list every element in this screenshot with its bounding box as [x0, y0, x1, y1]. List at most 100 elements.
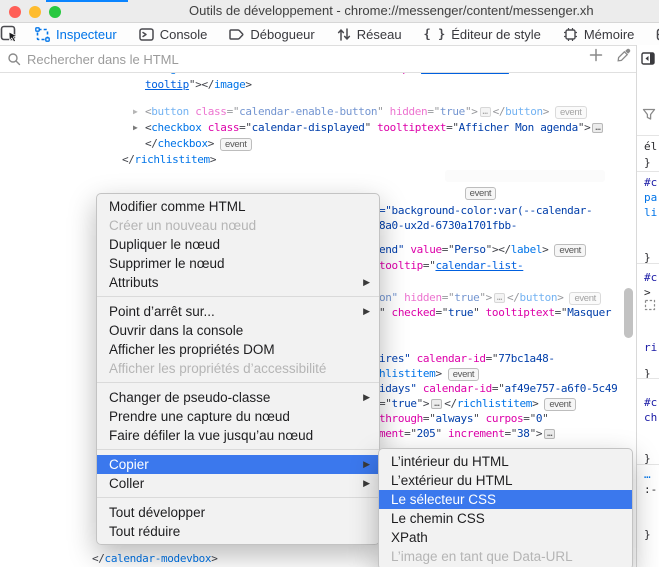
tab-style-editor[interactable]: { }Éditeur de style: [413, 23, 552, 45]
expand-arrow-icon[interactable]: ▼: [130, 169, 142, 184]
markup-line[interactable]: ires" calendar-id="77bc1a48-: [379, 351, 555, 366]
markup-scrollbar[interactable]: [624, 288, 633, 338]
code-segment: 6: [437, 170, 443, 183]
html-search-bar[interactable]: Rechercher dans le HTML: [0, 46, 636, 72]
ellipsis-badge[interactable]: …: [592, 123, 603, 133]
tab-inspector[interactable]: Inspecteur: [24, 23, 128, 45]
code-segment: curpos: [486, 412, 524, 425]
event-badge[interactable]: event: [220, 138, 252, 151]
submenu-item-copy-outer-html[interactable]: L’extérieur du HTML: [379, 471, 632, 490]
menu-item-scroll-into-view[interactable]: Faire défiler la vue jusqu’au nœud: [97, 426, 379, 445]
event-badge[interactable]: event: [544, 398, 576, 411]
event-badge[interactable]: event: [555, 106, 587, 119]
context-menu: Modifier comme HTMLCréer un nouveau nœud…: [96, 193, 380, 545]
menu-item-screenshot-node[interactable]: Prendre une capture du nœud: [97, 407, 379, 426]
tab-network[interactable]: Réseau: [326, 23, 413, 45]
menu-separator: [97, 497, 379, 498]
submenu-arrow-icon: ▶: [363, 273, 370, 292]
devtools-window: Outils de développement - chrome://messe…: [0, 0, 659, 567]
ellipsis-badge[interactable]: …: [480, 107, 491, 117]
markup-line[interactable]: ment="205" increment="38">…: [379, 426, 557, 441]
code-segment: richlistitem: [457, 397, 532, 410]
menu-item-show-dom-properties[interactable]: Afficher les propriétés DOM: [97, 340, 379, 359]
expand-arrow-icon[interactable]: ▶: [133, 104, 145, 119]
code-segment: >: [210, 153, 216, 166]
add-icon[interactable]: [589, 48, 603, 62]
markup-line[interactable]: through="always" curpos="0": [379, 411, 548, 426]
ellipsis-badge[interactable]: …: [544, 429, 555, 439]
menu-item-open-in-console[interactable]: Ouvrir dans la console: [97, 321, 379, 340]
code-segment: >: [435, 367, 441, 380]
submenu-item-copy-css-selector[interactable]: Le sélecteur CSS: [379, 490, 632, 509]
code-segment: image: [151, 73, 182, 75]
markup-line[interactable]: <image class="calendar-readstatus" toolt…: [145, 73, 509, 76]
event-badge[interactable]: event: [448, 368, 480, 381]
tab-label: Mémoire: [584, 27, 635, 42]
css-rule-fragment: él: [644, 140, 657, 153]
code-segment: =": [492, 382, 505, 395]
dock-sidebar-icon[interactable]: [641, 52, 655, 65]
menu-item-edit-as-html[interactable]: Modifier comme HTML: [97, 197, 379, 216]
code-segment: =": [442, 291, 455, 304]
menu-item-expand-all[interactable]: Tout développer: [97, 503, 379, 522]
code-segment: searchlabel: [230, 170, 299, 183]
markup-line[interactable]: tooltip"></image>: [145, 77, 252, 92]
zoom-button[interactable]: [49, 6, 61, 18]
tab-debugger[interactable]: Débogueur: [218, 23, 325, 45]
code-segment: >: [211, 552, 217, 565]
css-rule-fragment: pa: [644, 191, 657, 204]
eyedropper-icon[interactable]: [617, 48, 631, 62]
minimize-button[interactable]: [29, 6, 41, 18]
tab-storage[interactable]: Stoc: [645, 23, 659, 45]
markup-line[interactable]: </checkbox>event: [145, 136, 252, 152]
menu-item-paste[interactable]: Coller▶: [97, 474, 379, 493]
code-segment: =": [423, 259, 436, 272]
markup-line[interactable]: " checked="true" tooltiptext="Masquer: [379, 305, 611, 320]
markup-line[interactable]: 8a0-ux2d-6730a1701fbb-: [379, 218, 517, 233]
event-badge[interactable]: event: [569, 292, 601, 305]
markup-line[interactable]: tooltip="calendar-list-: [379, 258, 523, 273]
submenu-item-copy-css-path[interactable]: Le chemin CSS: [379, 509, 632, 528]
menu-item-delete-node[interactable]: Supprimer le nœud: [97, 254, 379, 273]
markup-line[interactable]: on" hidden="true">…</button>event: [379, 290, 601, 306]
submenu-item-copy-inner-html[interactable]: L’intérieur du HTML: [379, 452, 632, 471]
markup-line[interactable]: </richlistitem>: [122, 152, 216, 167]
menu-item-break-on[interactable]: Point d’arrêt sur...▶: [97, 302, 379, 321]
markup-line[interactable]: ▶<button class="calendar-enable-button" …: [133, 104, 587, 120]
close-button[interactable]: [9, 6, 21, 18]
code-segment: >: [557, 291, 563, 304]
markup-line[interactable]: ▶<checkbox class="calendar-displayed" to…: [133, 120, 605, 135]
node-picker-icon[interactable]: [0, 23, 20, 45]
tab-console[interactable]: Console: [128, 23, 219, 45]
expand-arrow-icon[interactable]: ▶: [133, 120, 145, 135]
menu-item-copy[interactable]: Copier▶: [97, 455, 379, 474]
redacted-value: [445, 170, 605, 182]
code-segment: true: [454, 291, 479, 304]
menu-item-change-pseudo-class[interactable]: Changer de pseudo-classe▶: [97, 388, 379, 407]
markup-line[interactable]: hlistitem>event: [379, 366, 479, 382]
event-badge[interactable]: event: [554, 244, 586, 257]
event-badge[interactable]: event: [465, 187, 497, 200]
funnel-icon[interactable]: [642, 108, 656, 121]
menu-item-duplicate-node[interactable]: Dupliquer le nœud: [97, 235, 379, 254]
tab-memory[interactable]: Mémoire: [552, 23, 646, 45]
markup-line[interactable]: ▼<richlistitem searchlabel="Perso" calen…: [130, 169, 605, 184]
markup-line[interactable]: idays" calendar-id="af49e757-a6f0-5c49: [379, 381, 617, 396]
markup-line[interactable]: end" value="Perso"></label>event: [379, 242, 586, 258]
code-segment: button: [520, 291, 558, 304]
code-segment: ": [365, 121, 378, 134]
code-segment: ">: [479, 291, 492, 304]
menu-item-label: Faire défiler la vue jusqu’au nœud: [109, 428, 313, 443]
markup-line[interactable]: ="true">…</richlistitem>event: [379, 396, 576, 412]
menu-item-attributes[interactable]: Attributs▶: [97, 273, 379, 292]
ellipsis-badge[interactable]: …: [494, 293, 505, 303]
ellipsis-badge[interactable]: …: [431, 399, 442, 409]
code-segment: tooltiptext: [377, 121, 446, 134]
css-rule-fragment: ch: [644, 411, 657, 424]
code-segment: =": [423, 412, 436, 425]
menu-item-collapse-all[interactable]: Tout réduire: [97, 522, 379, 541]
markup-line[interactable]: ="background-color:var(--calendar-: [379, 203, 592, 218]
code-segment: 38: [517, 427, 530, 440]
code-segment: =": [486, 352, 499, 365]
submenu-item-copy-xpath[interactable]: XPath: [379, 528, 632, 547]
